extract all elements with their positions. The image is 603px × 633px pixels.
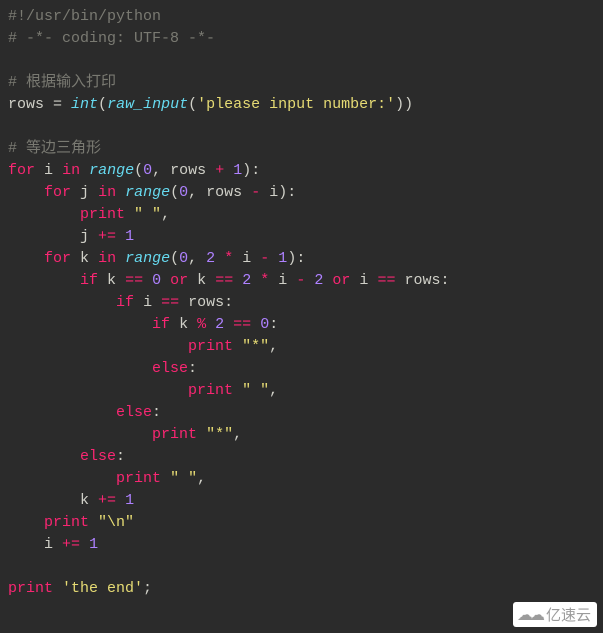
code-line: i += 1	[8, 536, 98, 553]
watermark-text: 亿速云	[546, 604, 591, 625]
comment-input: # 根据输入打印	[8, 74, 116, 91]
code-line: print " ",	[8, 470, 206, 487]
code-line: if k % 2 == 0:	[8, 316, 278, 333]
code-line: print 'the end';	[8, 580, 152, 597]
watermark-badge: ☁☁ 亿速云	[513, 602, 597, 627]
code-line: print " ",	[8, 382, 278, 399]
code-line: for i in range(0, rows + 1):	[8, 162, 260, 179]
shebang-line: #!/usr/bin/python	[8, 8, 161, 25]
coding-line: # -*- coding: UTF-8 -*-	[8, 30, 215, 47]
code-line: print "\n"	[8, 514, 134, 531]
code-line: rows = int(raw_input('please input numbe…	[8, 96, 413, 113]
code-line: for k in range(0, 2 * i - 1):	[8, 250, 305, 267]
cloud-icon: ☁☁	[517, 605, 541, 625]
comment-triangle: # 等边三角形	[8, 140, 101, 157]
code-line: else:	[8, 404, 161, 421]
code-line: print " ",	[8, 206, 170, 223]
code-line: if i == rows:	[8, 294, 233, 311]
code-line: print "*",	[8, 338, 278, 355]
code-line: if k == 0 or k == 2 * i - 2 or i == rows…	[8, 272, 450, 289]
code-line: j += 1	[8, 228, 134, 245]
code-line: for j in range(0, rows - i):	[8, 184, 296, 201]
code-line: else:	[8, 360, 197, 377]
code-line: k += 1	[8, 492, 134, 509]
code-block: #!/usr/bin/python # -*- coding: UTF-8 -*…	[0, 0, 603, 606]
code-line: else:	[8, 448, 125, 465]
code-line: print "*",	[8, 426, 242, 443]
